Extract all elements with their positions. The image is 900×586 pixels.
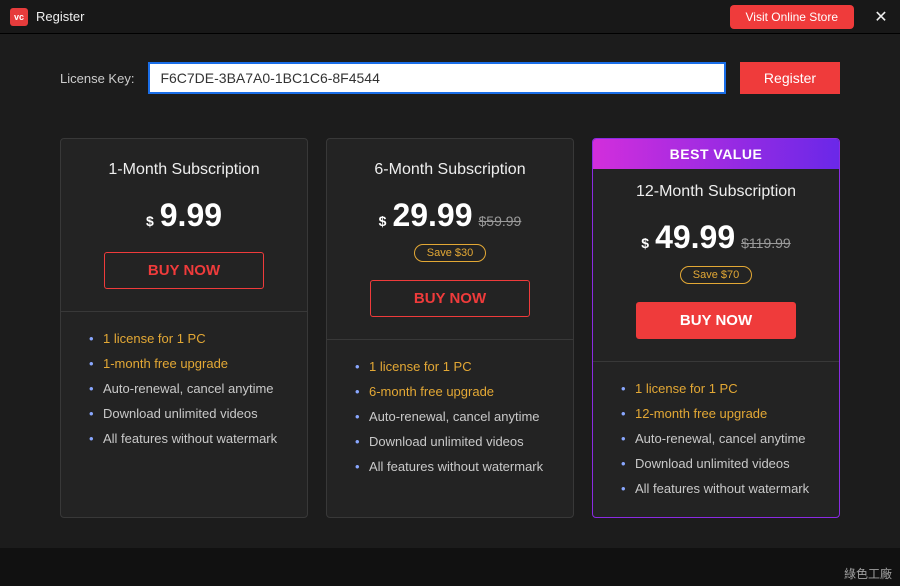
- price-row: $9.99: [81, 197, 287, 234]
- price-value: 29.99: [392, 197, 472, 234]
- close-icon[interactable]: ✕: [872, 7, 890, 27]
- old-price: $119.99: [741, 235, 791, 251]
- app-logo-icon: vc: [10, 8, 28, 26]
- plan-card-1: 1-Month Subscription $9.99 BUY NOW 1 licens…: [60, 138, 308, 518]
- feature-item: Auto-renewal, cancel anytime: [355, 404, 553, 429]
- plan-title: 1-Month Subscription: [81, 161, 287, 179]
- feature-item: 1 license for 1 PC: [89, 326, 287, 351]
- feature-item: Download unlimited videos: [355, 429, 553, 454]
- price-value: 9.99: [160, 197, 222, 234]
- license-key-row: License Key: Register: [0, 34, 900, 118]
- feature-list: 1 license for 1 PC1-month free upgradeAu…: [61, 312, 307, 451]
- plan-title: 12-Month Subscription: [613, 183, 819, 201]
- feature-item: Auto-renewal, cancel anytime: [89, 376, 287, 401]
- register-button[interactable]: Register: [740, 62, 840, 94]
- feature-item: Download unlimited videos: [621, 451, 819, 476]
- old-price: $59.99: [479, 213, 522, 229]
- window-title: Register: [36, 9, 84, 24]
- currency-symbol: $: [379, 213, 387, 229]
- pricing-plans: 1-Month Subscription $9.99 BUY NOW 1 licens…: [0, 118, 900, 548]
- feature-item: 12-month free upgrade: [621, 401, 819, 426]
- feature-item: 6-month free upgrade: [355, 379, 553, 404]
- price-value: 49.99: [655, 219, 735, 256]
- feature-item: 1 license for 1 PC: [355, 354, 553, 379]
- feature-item: Download unlimited videos: [89, 401, 287, 426]
- currency-symbol: $: [146, 213, 154, 229]
- buy-now-button[interactable]: BUY NOW: [636, 302, 796, 339]
- save-badge: Save $70: [680, 266, 752, 284]
- feature-item: Auto-renewal, cancel anytime: [621, 426, 819, 451]
- price-row: $49.99 $119.99: [613, 219, 819, 256]
- currency-symbol: $: [641, 235, 649, 251]
- feature-item: All features without watermark: [355, 454, 553, 479]
- buy-now-button[interactable]: BUY NOW: [104, 252, 264, 289]
- watermark-text: 綠色工廠: [844, 565, 892, 582]
- plan-card-3: BEST VALUE 12-Month Subscription $49.99 $11…: [592, 138, 840, 518]
- visit-store-button[interactable]: Visit Online Store: [730, 5, 855, 29]
- price-row: $29.99 $59.99: [347, 197, 553, 234]
- titlebar: vc Register Visit Online Store ✕: [0, 0, 900, 34]
- best-value-badge: BEST VALUE: [593, 139, 839, 169]
- save-badge: Save $30: [414, 244, 486, 262]
- buy-now-button[interactable]: BUY NOW: [370, 280, 530, 317]
- license-key-input[interactable]: [148, 62, 726, 94]
- feature-list: 1 license for 1 PC6-month free upgradeAu…: [327, 340, 573, 479]
- feature-item: 1 license for 1 PC: [621, 376, 819, 401]
- feature-item: All features without watermark: [89, 426, 287, 451]
- license-key-label: License Key:: [60, 71, 134, 86]
- plan-card-2: 6-Month Subscription $29.99 $59.99 Save $30…: [326, 138, 574, 518]
- plan-title: 6-Month Subscription: [347, 161, 553, 179]
- feature-list: 1 license for 1 PC12-month free upgradeA…: [593, 362, 839, 501]
- feature-item: 1-month free upgrade: [89, 351, 287, 376]
- feature-item: All features without watermark: [621, 476, 819, 501]
